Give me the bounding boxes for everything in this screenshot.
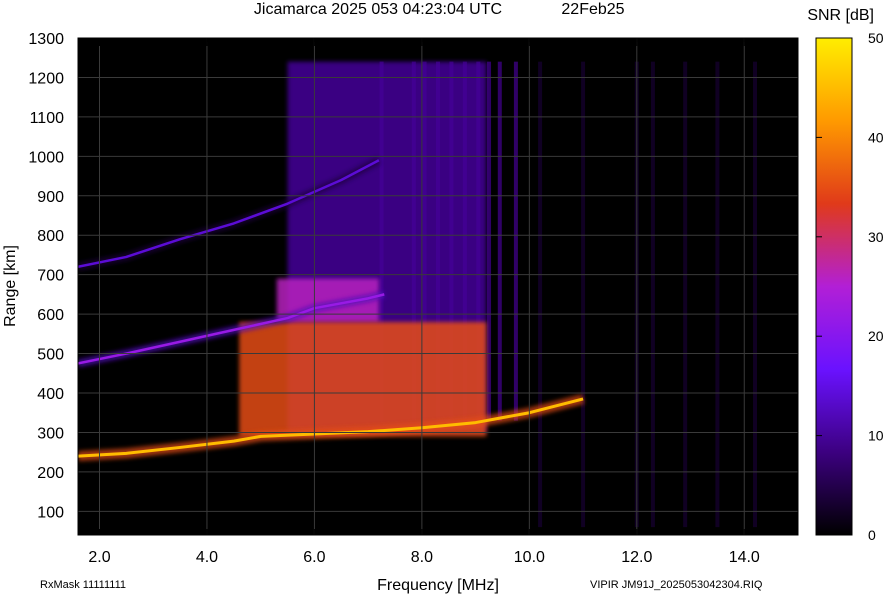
echo-column — [650, 61, 655, 528]
echo-column — [513, 61, 518, 421]
y-tick-label: 800 — [37, 228, 64, 245]
x-tick-label: 2.0 — [88, 549, 110, 566]
chart-date: 22Feb25 — [561, 1, 624, 18]
y-tick-label: 700 — [37, 268, 64, 285]
colorbar — [815, 37, 853, 536]
x-tick-label: 4.0 — [196, 549, 218, 566]
echo-column — [683, 61, 688, 528]
colorbar-tick-label: 50 — [868, 30, 884, 46]
echo-column — [715, 61, 720, 528]
y-tick-label: 1100 — [30, 110, 65, 127]
colorbar-tick-label: 0 — [868, 527, 876, 543]
x-tick-label: 14.0 — [729, 549, 760, 566]
echo-column — [753, 61, 758, 528]
colorbar-tick-label: 40 — [868, 129, 884, 145]
file-label: VIPIR JM91J_2025053042304.RIQ — [590, 579, 763, 591]
y-tick-label: 100 — [37, 504, 64, 521]
y-tick-label: 300 — [37, 425, 64, 442]
ionogram-chart: Jicamarca 2025 053 04:23:04 UTC 22Feb25 … — [2, 1, 884, 594]
y-tick-label: 1300 — [28, 31, 64, 48]
x-tick-label: 8.0 — [411, 549, 433, 566]
colorbar-tick-label: 10 — [868, 428, 884, 444]
colorbar-label: SNR [dB] — [807, 7, 874, 24]
y-tick-label: 1200 — [28, 70, 64, 87]
y-tick-label: 500 — [37, 347, 64, 364]
echo-column — [487, 61, 492, 421]
rx-mask-label: RxMask 11111111 — [40, 579, 126, 591]
colorbar-tick-label: 30 — [868, 229, 884, 245]
y-axis-label: Range [km] — [2, 245, 19, 327]
y-tick-label: 1000 — [28, 149, 64, 166]
echo-region — [239, 322, 487, 437]
y-tick-label: 900 — [37, 189, 64, 206]
x-tick-label: 12.0 — [621, 549, 652, 566]
y-tick-label: 600 — [37, 307, 64, 324]
x-tick-label: 10.0 — [514, 549, 545, 566]
echo-column — [581, 61, 586, 528]
y-tick-label: 400 — [37, 386, 64, 403]
x-axis-label: Frequency [MHz] — [377, 577, 499, 594]
x-tick-label: 6.0 — [303, 549, 325, 566]
chart-title: Jicamarca 2025 053 04:23:04 UTC — [254, 1, 502, 18]
y-tick-label: 200 — [37, 465, 64, 482]
colorbar-tick-label: 20 — [868, 328, 884, 344]
echo-column — [538, 61, 543, 528]
echo-column — [497, 61, 502, 421]
